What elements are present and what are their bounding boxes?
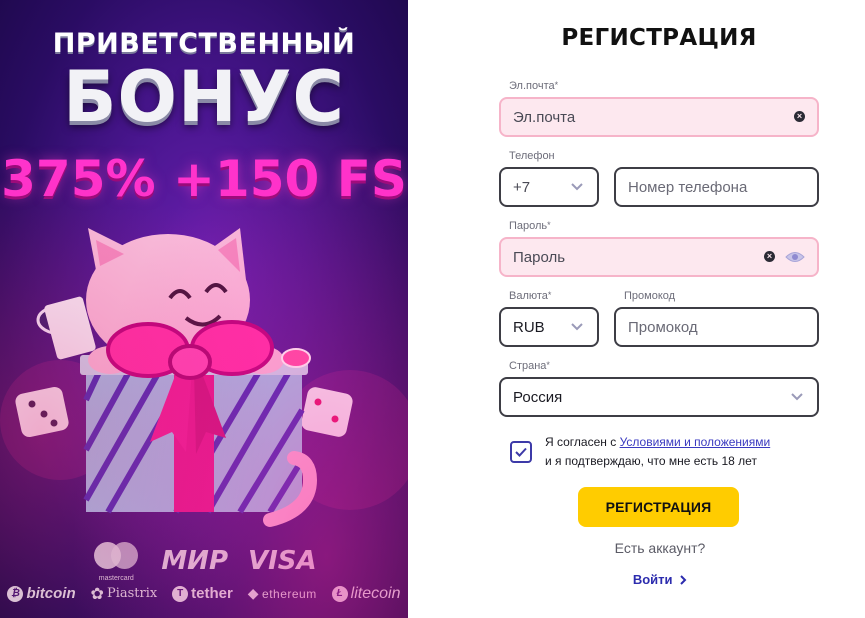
promo-label: Промокод [624,290,676,302]
chevron-down-icon [571,183,583,191]
litecoin-icon: Ł [331,585,348,602]
payment-methods: mastercard МИР VISA [0,540,408,582]
promo-code-input[interactable]: Промокод [614,307,819,347]
poker-chip-icon [281,348,311,368]
litecoin-logo: Ł litecoin [331,585,400,603]
consent-text: Я согласен с Условиями и положениями и я… [545,435,771,468]
ethereum-icon: ◆ [247,585,260,601]
country-label: Страна* [509,360,550,372]
mastercard-icon: mastercard [91,540,141,582]
phone-label: Телефон [509,150,555,162]
password-field[interactable]: Пароль × [499,237,819,277]
currency-select[interactable]: RUB [499,307,599,347]
bitcoin-icon: ₿ [7,585,24,602]
clear-icon[interactable]: × [764,251,775,262]
country-select[interactable]: Россия [499,377,819,417]
piastrix-logo: ✿ Piastrix [90,584,158,603]
ethereum-logo: ◆ ethereum [247,585,317,601]
promo-subtitle: БОНУС [63,56,345,138]
phone-code-select[interactable]: +7 [499,167,599,207]
email-label: Эл.почта* [509,80,559,92]
consent-checkbox[interactable] [510,441,532,463]
mir-logo: МИР [161,546,229,576]
visa-logo: VISA [248,546,317,576]
promo-banner: ПРИВЕТСТВЕННЫЙ БОНУС 375% +150 FS master… [0,0,408,618]
tether-icon: T [172,585,189,602]
crypto-methods: ₿ bitcoin ✿ Piastrix T tether ◆ ethereum… [0,584,408,603]
register-button[interactable]: РЕГИСТРАЦИЯ [578,487,739,527]
has-account-text: Есть аккаунт? [614,540,706,556]
email-field[interactable]: Эл.почта × [499,97,819,137]
login-link[interactable]: Войти [560,572,760,587]
dice-icon [301,387,353,437]
chevron-down-icon [571,323,583,331]
bitcoin-logo: ₿ bitcoin [7,585,76,602]
eye-icon[interactable] [785,250,805,264]
chevron-down-icon [791,393,803,401]
clear-icon[interactable]: × [794,111,805,122]
tether-logo: T tether [172,585,233,602]
check-icon [515,447,527,457]
piastrix-icon: ✿ [90,584,104,603]
form-title: РЕГИСТРАЦИЯ [561,25,757,51]
password-label: Пароль* [509,220,551,232]
gift-cat-illustration [0,228,408,527]
chevron-right-icon [680,575,687,585]
promo-title: ПРИВЕТСТВЕННЫЙ [52,28,356,59]
terms-link[interactable]: Условиями и положениями [620,435,771,449]
promo-bonus-amount: 375% +150 FS [1,150,407,208]
currency-label: Валюта* [509,290,552,302]
phone-number-input[interactable]: Номер телефона [614,167,819,207]
